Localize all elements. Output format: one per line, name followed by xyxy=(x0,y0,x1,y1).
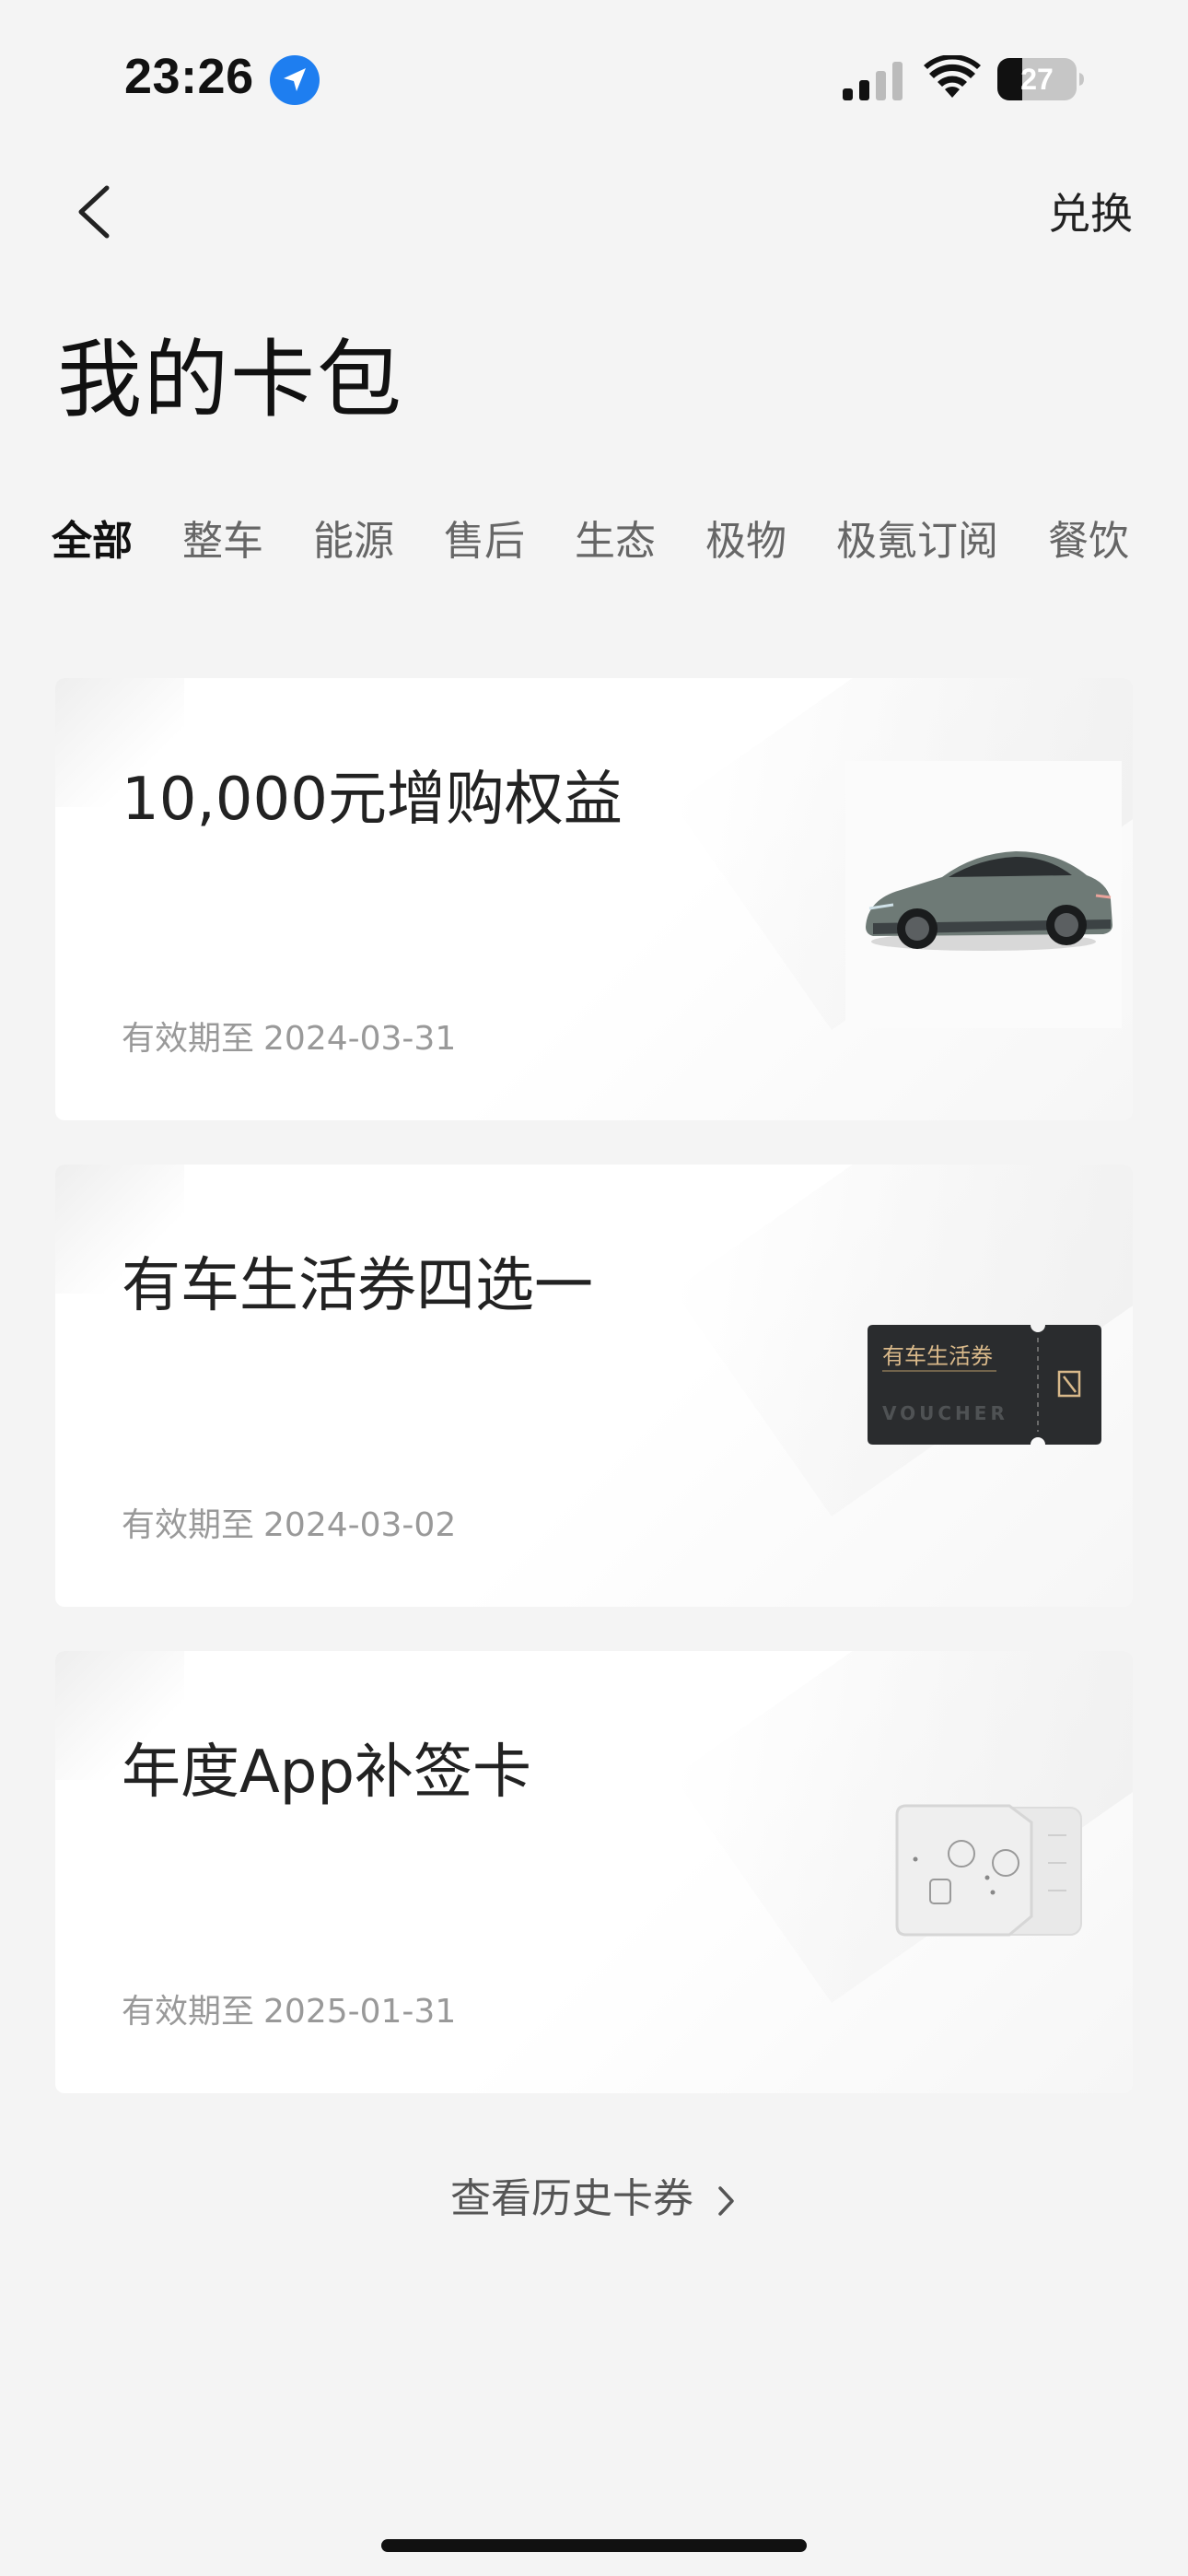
status-bar: 23:26 27 xyxy=(0,0,1188,166)
tab-dining[interactable]: 餐饮 xyxy=(1048,505,1129,579)
expiry-date: 2024-03-31 xyxy=(263,1020,457,1058)
back-button[interactable] xyxy=(66,175,122,249)
coupon-card-makeup-sign[interactable]: 年度App补签卡 有效期至 2025-01-31 xyxy=(55,1651,1133,2093)
card-expiry: 有效期至 2025-01-31 xyxy=(122,1985,456,2032)
car-image xyxy=(845,761,1122,1028)
card-expiry: 有效期至 2024-03-02 xyxy=(122,1498,456,1546)
battery-level: 27 xyxy=(1020,62,1054,96)
wifi-icon xyxy=(924,55,981,98)
tab-after-sales[interactable]: 售后 xyxy=(444,505,525,579)
card-title: 10,000元增购权益 xyxy=(122,766,623,834)
coupon-card-purchase-benefit[interactable]: 10,000元增购权益 有效期至 2024-03-31 xyxy=(55,678,1133,1120)
card-expiry: 有效期至 2024-03-31 xyxy=(122,1012,456,1060)
coupon-card-life-voucher[interactable]: 有车生活券四选一 有效期至 2024-03-02 有车生活券 VOUCHER xyxy=(55,1165,1133,1607)
expiry-label: 有效期至 xyxy=(122,1993,255,2031)
tab-merch[interactable]: 极物 xyxy=(705,505,786,579)
view-history-link[interactable]: 查看历史卡券 xyxy=(0,2165,1188,2224)
ticket-label: 有车生活券 xyxy=(882,1343,993,1369)
makeup-card-image xyxy=(895,1804,1082,1937)
tab-vehicle[interactable]: 整车 xyxy=(182,505,263,579)
status-time: 23:26 xyxy=(124,49,254,104)
category-tabs: 全部 整车 能源 售后 生态 极物 极氪订阅 餐饮 xyxy=(52,505,1179,579)
voucher-ticket-image: 有车生活券 VOUCHER xyxy=(868,1325,1101,1445)
redeem-button[interactable]: 兑换 xyxy=(1048,181,1133,241)
card-title: 年度App补签卡 xyxy=(122,1739,532,1807)
tab-subscription[interactable]: 极氪订阅 xyxy=(836,505,998,579)
expiry-date: 2025-01-31 xyxy=(263,1993,457,2031)
card-title: 有车生活券四选一 xyxy=(122,1252,593,1320)
chevron-left-icon xyxy=(78,185,110,239)
expiry-label: 有效期至 xyxy=(122,1020,255,1058)
screen: 23:26 27 兑换 我的卡包 全部 整车 能源 售后 生态 极物 极氪订阅 … xyxy=(0,0,1188,2576)
signal-icon xyxy=(843,62,903,100)
home-indicator xyxy=(381,2539,807,2552)
tab-ecosystem[interactable]: 生态 xyxy=(575,505,656,579)
location-arrow-icon xyxy=(270,55,320,105)
expiry-label: 有效期至 xyxy=(122,1506,255,1544)
ticket-subtitle: VOUCHER xyxy=(882,1402,1008,1424)
page-title: 我的卡包 xyxy=(57,331,404,429)
expiry-date: 2024-03-02 xyxy=(263,1506,457,1544)
chevron-right-icon xyxy=(718,2186,734,2216)
tab-energy[interactable]: 能源 xyxy=(313,505,394,579)
history-label: 查看历史卡券 xyxy=(450,2175,693,2222)
tab-all[interactable]: 全部 xyxy=(52,505,133,579)
